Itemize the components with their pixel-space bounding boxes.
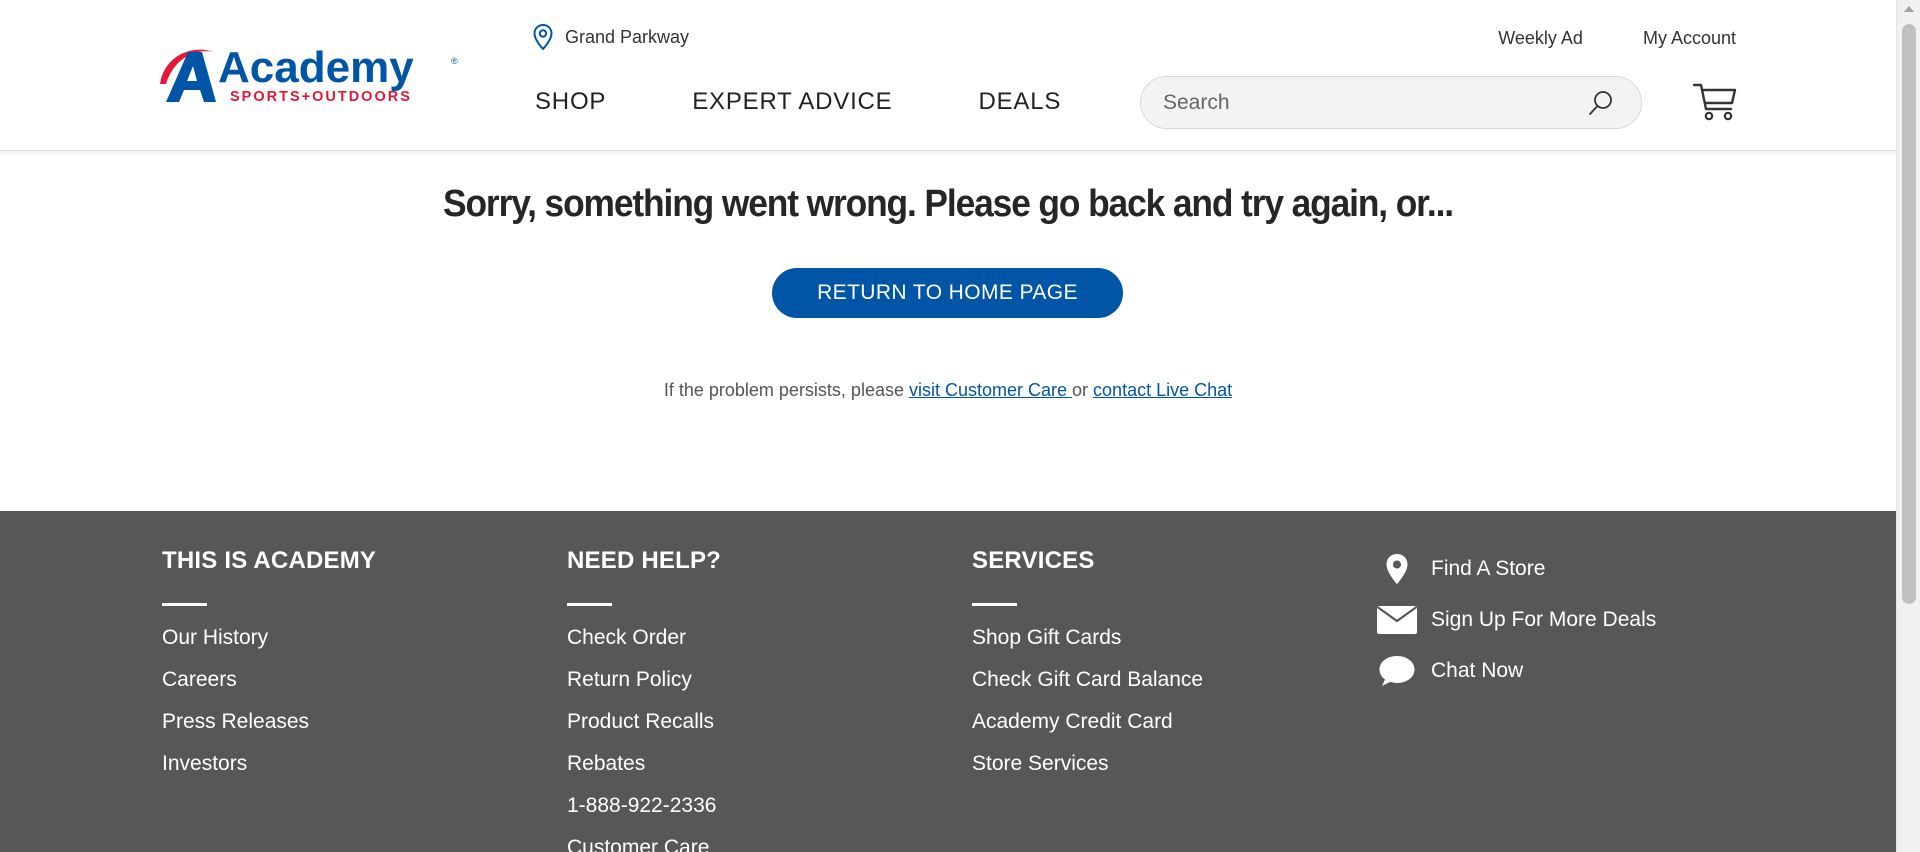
academy-logo: Academy ® SPORTS+OUTDOORS: [160, 43, 458, 105]
footer-column-services: SERVICES Shop Gift Cards Check Gift Card…: [972, 547, 1203, 794]
location-pin-icon: [1375, 553, 1419, 585]
list-item: Careers: [162, 668, 376, 710]
chat-now-item: Chat Now: [1375, 645, 1656, 696]
list-item: Customer Care: [567, 836, 721, 852]
list-item: Investors: [162, 752, 376, 794]
footer-link-investors[interactable]: Investors: [162, 752, 247, 775]
sign-up-deals-item: Sign Up For More Deals: [1375, 594, 1656, 645]
footer-heading-about: THIS IS ACADEMY: [162, 547, 377, 574]
footer-divider: [567, 603, 612, 606]
logo-tagline: SPORTS+OUTDOORS: [230, 89, 412, 105]
scrollbar-thumb[interactable]: [1902, 24, 1916, 604]
footer-link-our-history[interactable]: Our History: [162, 626, 268, 649]
chat-bubble-icon: [1375, 654, 1419, 688]
nav-shop[interactable]: SHOP: [535, 88, 606, 116]
nav-deals[interactable]: DEALS: [978, 88, 1061, 116]
list-item: Product Recalls: [567, 710, 721, 752]
footer-divider: [162, 603, 207, 606]
find-a-store-link[interactable]: Find A Store: [1431, 557, 1545, 581]
cart-button[interactable]: [1692, 82, 1737, 127]
scroll-up-arrow-icon[interactable]: [1904, 6, 1914, 12]
footer-column-about: THIS IS ACADEMY Our History Careers Pres…: [162, 547, 376, 794]
footer-heading-services: SERVICES: [972, 547, 1095, 574]
weekly-ad-link[interactable]: Weekly Ad: [1498, 28, 1583, 49]
customer-care-link[interactable]: visit Customer Care: [909, 380, 1072, 400]
site-header: Academy ® SPORTS+OUTDOORS Grand Parkway …: [0, 0, 1896, 151]
list-item: Academy Credit Card: [972, 710, 1203, 752]
footer-link-store-services[interactable]: Store Services: [972, 752, 1109, 775]
list-item: Press Releases: [162, 710, 376, 752]
return-home-button[interactable]: RETURN TO HOME PAGE: [772, 268, 1123, 318]
footer-link-careers[interactable]: Careers: [162, 668, 237, 691]
live-chat-link[interactable]: contact Live Chat: [1093, 380, 1232, 400]
footer-divider: [972, 603, 1017, 606]
persist-or: or: [1072, 380, 1094, 400]
persist-message: If the problem persists, please visit Cu…: [0, 380, 1896, 401]
list-item: Return Policy: [567, 668, 721, 710]
page-scrollbar[interactable]: [1896, 0, 1920, 852]
logo-registered-mark: ®: [451, 56, 458, 66]
search-icon[interactable]: [1587, 89, 1615, 122]
utility-links: Weekly Ad My Account: [1498, 28, 1736, 49]
list-item: 1-888-922-2336: [567, 794, 721, 836]
list-item: Shop Gift Cards: [972, 626, 1203, 668]
logo-wordmark: Academy: [218, 44, 414, 92]
footer-link-rebates[interactable]: Rebates: [567, 752, 645, 775]
list-item: Check Order: [567, 626, 721, 668]
list-item: Our History: [162, 626, 376, 668]
search-input[interactable]: [1163, 77, 1563, 128]
store-location-label: Grand Parkway: [565, 26, 690, 47]
find-a-store-item: Find A Store: [1375, 543, 1656, 594]
map-pin-icon: [533, 24, 553, 50]
search-bar: [1140, 76, 1642, 129]
nav-expert-advice[interactable]: EXPERT ADVICE: [692, 88, 892, 116]
store-location[interactable]: Grand Parkway: [533, 24, 689, 50]
footer-link-press-releases[interactable]: Press Releases: [162, 710, 309, 733]
academy-logo-link[interactable]: Academy ® SPORTS+OUTDOORS: [158, 43, 460, 108]
persist-prefix: If the problem persists, please: [663, 380, 909, 400]
my-account-link[interactable]: My Account: [1643, 28, 1736, 49]
footer-link-shop-gift-cards[interactable]: Shop Gift Cards: [972, 626, 1121, 649]
list-item: Check Gift Card Balance: [972, 668, 1203, 710]
footer-link-check-order[interactable]: Check Order: [567, 626, 686, 649]
site-footer: THIS IS ACADEMY Our History Careers Pres…: [0, 511, 1896, 852]
footer-link-check-gift-card-balance[interactable]: Check Gift Card Balance: [972, 668, 1203, 691]
list-item: Rebates: [567, 752, 721, 794]
envelope-icon: [1375, 605, 1419, 635]
footer-heading-help: NEED HELP?: [567, 547, 722, 574]
footer-column-help: NEED HELP? Check Order Return Policy Pro…: [567, 547, 721, 852]
page: Academy ® SPORTS+OUTDOORS Grand Parkway …: [0, 0, 1896, 852]
footer-link-return-policy[interactable]: Return Policy: [567, 668, 692, 691]
main-nav: SHOP EXPERT ADVICE DEALS: [535, 88, 1061, 116]
footer-link-product-recalls[interactable]: Product Recalls: [567, 710, 714, 733]
sign-up-deals-link[interactable]: Sign Up For More Deals: [1431, 608, 1656, 632]
list-item: Store Services: [972, 752, 1203, 794]
footer-link-customer-care[interactable]: Customer Care: [567, 836, 709, 852]
cart-icon: [1692, 83, 1737, 121]
error-title: Sorry, something went wrong. Please go b…: [443, 183, 1454, 225]
footer-quick-links: Find A Store Sign Up For More Deals Chat…: [1375, 543, 1656, 696]
footer-link-phone[interactable]: 1-888-922-2336: [567, 794, 716, 817]
footer-link-academy-credit-card[interactable]: Academy Credit Card: [972, 710, 1173, 733]
chat-now-link[interactable]: Chat Now: [1431, 659, 1523, 683]
